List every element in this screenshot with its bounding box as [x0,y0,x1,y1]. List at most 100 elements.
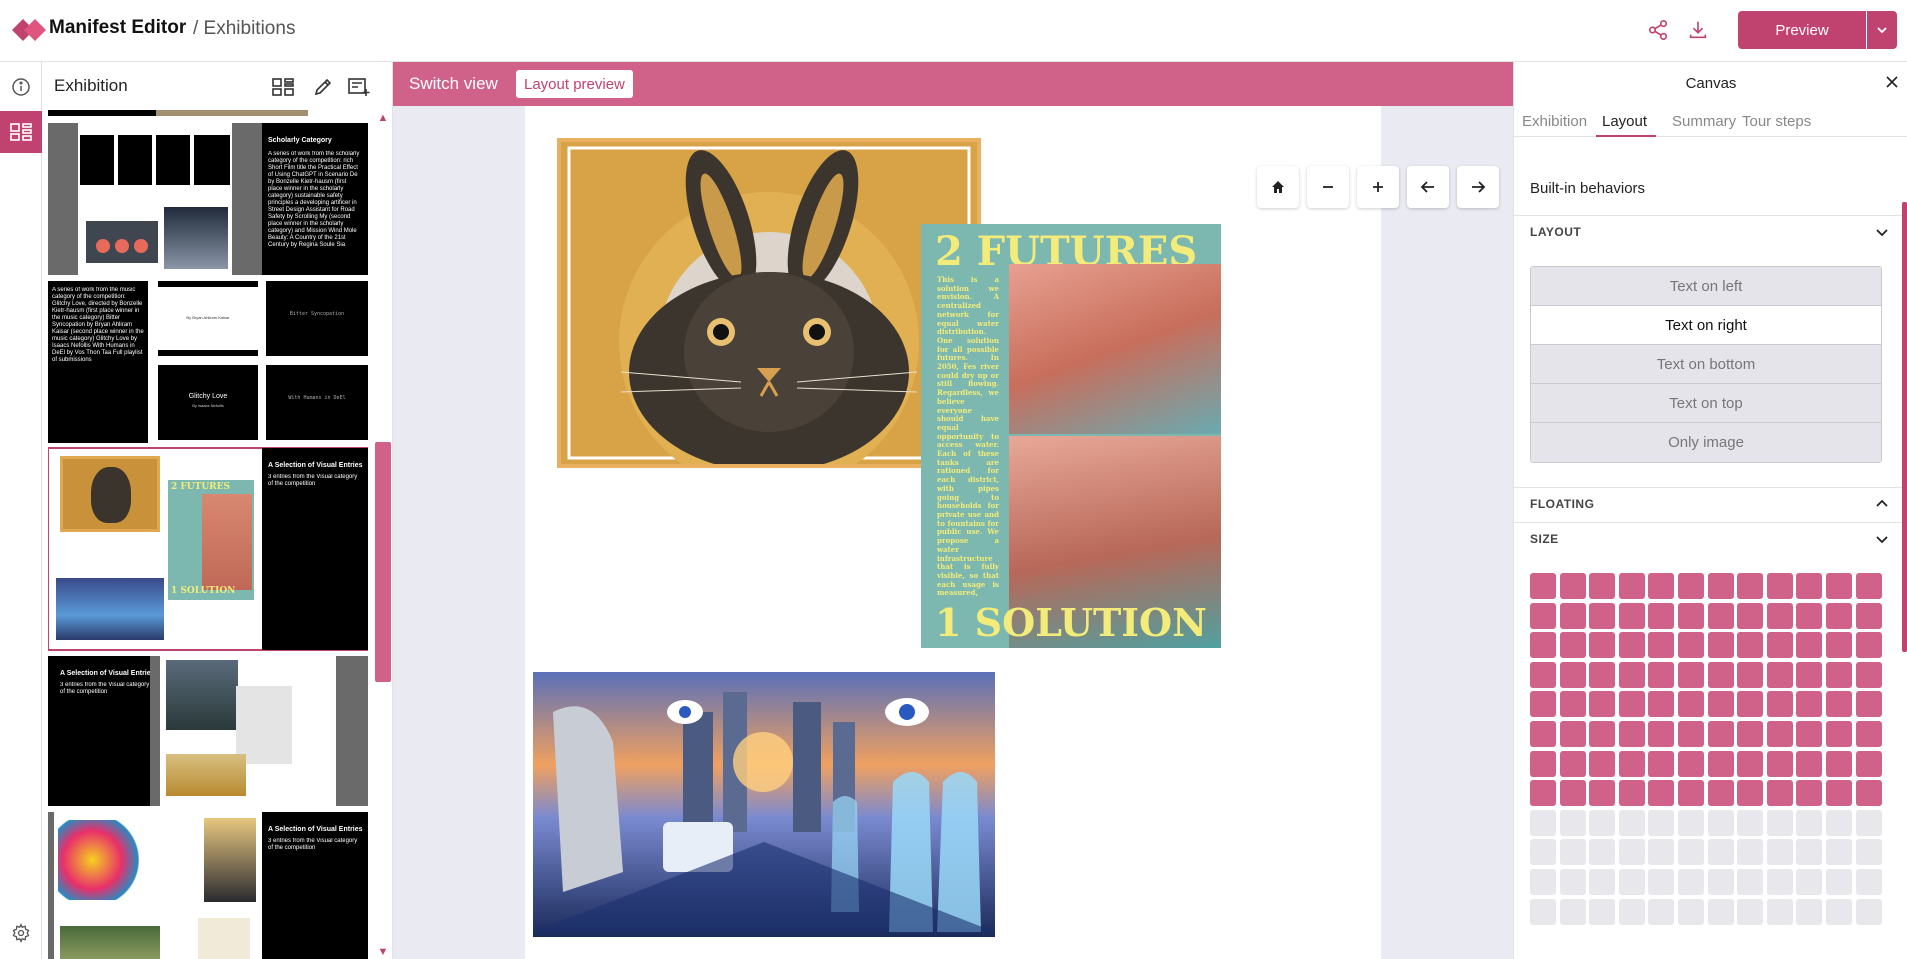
floating-section-header[interactable]: FLOATING [1514,487,1902,520]
size-grid-cell[interactable] [1589,898,1616,925]
size-grid-cell[interactable] [1737,661,1764,688]
size-grid-cell[interactable] [1855,721,1882,747]
size-grid-cell[interactable] [1826,691,1852,718]
size-grid-cell[interactable] [1678,809,1704,836]
size-grid-cell[interactable] [1648,839,1675,866]
download-button[interactable] [1683,15,1713,45]
size-grid-cell[interactable] [1678,750,1704,777]
size-grid-cell[interactable] [1589,750,1616,777]
size-grid-cell[interactable] [1855,750,1882,777]
size-grid-cell[interactable] [1678,661,1704,688]
size-grid-cell[interactable] [1559,750,1586,777]
tab-tour-steps[interactable]: Tour steps [1742,113,1811,130]
size-grid-cell[interactable] [1796,602,1823,629]
size-grid-cell[interactable] [1707,721,1734,747]
size-grid-cell[interactable] [1826,780,1852,807]
size-grid-cell[interactable] [1678,573,1704,599]
size-grid-cell[interactable] [1648,721,1675,747]
size-grid-cell[interactable] [1530,898,1556,925]
size-grid-cell[interactable] [1589,869,1616,895]
size-grid-cell[interactable] [1737,780,1764,807]
size-grid-cell[interactable] [1826,898,1852,925]
size-grid-cell[interactable] [1737,691,1764,718]
scroll-up-icon[interactable]: ▲ [376,112,390,124]
zoom-home-button[interactable] [1257,166,1299,208]
size-grid-cell[interactable] [1589,780,1616,807]
size-grid-cell[interactable] [1559,661,1586,688]
size-grid-cell[interactable] [1766,573,1793,599]
size-grid-cell[interactable] [1648,780,1675,807]
size-grid-cell[interactable] [1796,691,1823,718]
size-grid-cell[interactable] [1766,721,1793,747]
size-grid-cell[interactable] [1589,573,1616,599]
size-grid-cell[interactable] [1618,661,1645,688]
rail-info[interactable] [0,66,42,108]
size-grid-cell[interactable] [1618,691,1645,718]
size-grid-cell[interactable] [1826,839,1852,866]
size-grid-cell[interactable] [1737,898,1764,925]
size-grid-cell[interactable] [1648,869,1675,895]
size-grid-cell[interactable] [1766,898,1793,925]
preview-dropdown-button[interactable] [1867,11,1897,49]
size-grid-cell[interactable] [1796,839,1823,866]
canvas-thumb-visual-3[interactable]: A Selection of Visual Entries 3 entries … [48,812,368,959]
size-grid-cell[interactable] [1530,602,1556,629]
size-grid-cell[interactable] [1648,898,1675,925]
size-grid-cell[interactable] [1826,721,1852,747]
size-grid-cell[interactable] [1737,721,1764,747]
previous-button[interactable] [1407,166,1449,208]
size-grid-cell[interactable] [1707,750,1734,777]
size-grid-cell[interactable] [1707,691,1734,718]
size-grid-cell[interactable] [1855,661,1882,688]
size-grid-cell[interactable] [1648,632,1675,659]
size-grid-cell[interactable] [1648,573,1675,599]
artwork-poster-2-futures[interactable]: 2 FUTURES This is a solution we envision… [921,224,1221,648]
zoom-in-button[interactable] [1357,166,1399,208]
size-grid-cell[interactable] [1530,780,1556,807]
size-grid-cell[interactable] [1648,750,1675,777]
artwork-rabbit[interactable] [557,138,981,492]
tab-summary[interactable]: Summary [1672,113,1736,130]
size-grid-cell[interactable] [1678,721,1704,747]
size-grid-cell[interactable] [1559,721,1586,747]
size-grid-cell[interactable] [1559,869,1586,895]
size-grid-cell[interactable] [1737,632,1764,659]
size-grid-cell[interactable] [1559,898,1586,925]
size-grid-cell[interactable] [1530,573,1556,599]
size-grid-cell[interactable] [1678,898,1704,925]
layout-option-text-on-left[interactable]: Text on left [1531,267,1881,306]
thumbnail-scroll-thumb[interactable] [375,442,391,682]
size-grid-cell[interactable] [1855,809,1882,836]
size-grid-cell[interactable] [1737,750,1764,777]
size-grid-cell[interactable] [1530,691,1556,718]
size-grid-cell[interactable] [1530,721,1556,747]
layout-option-text-on-bottom[interactable]: Text on bottom [1531,345,1881,384]
size-grid-cell[interactable] [1737,809,1764,836]
size-grid-cell[interactable] [1648,602,1675,629]
size-grid-cell[interactable] [1855,780,1882,807]
size-grid-cell[interactable] [1559,809,1586,836]
size-grid-cell[interactable] [1530,661,1556,688]
size-grid-cell[interactable] [1618,750,1645,777]
zoom-out-button[interactable] [1307,166,1349,208]
size-grid-cell[interactable] [1796,809,1823,836]
size-grid-cell[interactable] [1707,661,1734,688]
size-grid-cell[interactable] [1618,632,1645,659]
size-grid-cell[interactable] [1589,602,1616,629]
size-grid-cell[interactable] [1796,869,1823,895]
size-grid-cell[interactable] [1855,602,1882,629]
size-grid-cell[interactable] [1618,898,1645,925]
size-grid-cell[interactable] [1737,573,1764,599]
size-grid-cell[interactable] [1796,661,1823,688]
add-canvas-button[interactable] [346,74,372,100]
layout-option-text-on-right[interactable]: Text on right [1531,306,1881,345]
size-grid-cell[interactable] [1826,661,1852,688]
size-grid-cell[interactable] [1530,632,1556,659]
size-grid-cell[interactable] [1707,869,1734,895]
size-grid-cell[interactable] [1559,780,1586,807]
size-grid-cell[interactable] [1766,839,1793,866]
preview-button[interactable]: Preview [1738,11,1866,49]
canvas-thumb-visual-2[interactable]: A Selection of Visual Entries 3 entries … [48,656,368,806]
breadcrumb[interactable]: / Exhibitions [193,18,295,40]
size-grid-cell[interactable] [1707,839,1734,866]
